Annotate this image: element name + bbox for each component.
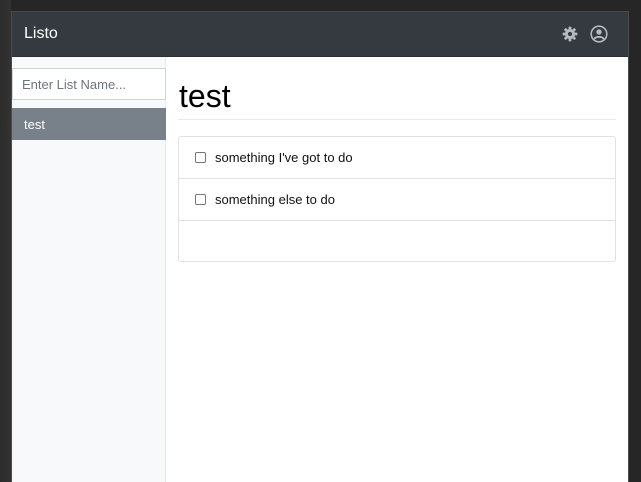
app-title[interactable]: Listo xyxy=(24,25,58,43)
user-circle-icon[interactable] xyxy=(589,24,609,44)
todo-checkbox[interactable] xyxy=(195,152,206,163)
sidebar-item-label: test xyxy=(24,116,45,132)
new-todo-row[interactable] xyxy=(179,221,615,261)
gear-icon[interactable] xyxy=(560,24,580,44)
todo-checkbox[interactable] xyxy=(195,194,206,205)
lists-sidebar: test xyxy=(12,57,166,482)
sidebar-item-test[interactable]: test xyxy=(12,108,166,140)
app-window: Listo Enter List Name... test test somet… xyxy=(11,11,629,482)
new-list-name-input[interactable] xyxy=(12,68,166,100)
top-navbar: Listo xyxy=(12,12,628,57)
todo-list: something I've got to do something else … xyxy=(178,136,616,262)
todo-text[interactable]: something else to do xyxy=(215,192,335,207)
list-detail: test something I've got to do something … xyxy=(166,57,628,482)
todo-item: something else to do xyxy=(179,179,615,221)
todo-item: something I've got to do xyxy=(179,137,615,179)
desktop-background: Listo Enter List Name... test test somet… xyxy=(0,0,641,482)
page-title: test xyxy=(179,78,231,114)
todo-text[interactable]: something I've got to do xyxy=(215,150,353,165)
title-divider xyxy=(178,119,616,120)
